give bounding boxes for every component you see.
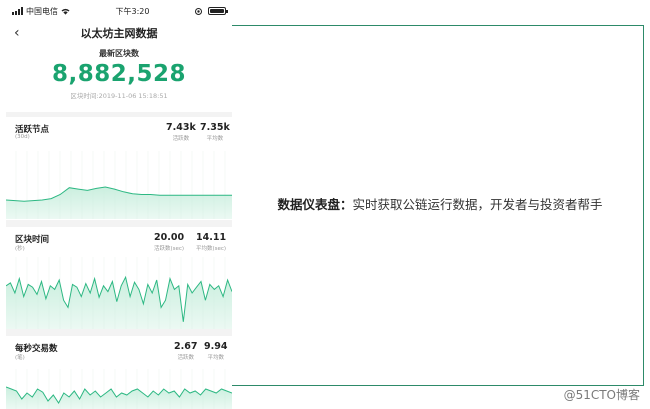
stat-average: 9.94 平均数 <box>204 341 227 361</box>
stat-label: 平均数(sec) <box>196 246 227 252</box>
stat-active: 20.00 活跃数(sec) <box>154 232 184 252</box>
stat-label: 活跃数 <box>172 136 190 142</box>
stat-value: 7.35k <box>200 122 230 133</box>
stat-label: 平均数 <box>206 136 224 142</box>
caption-heading: 数据仪表盘： <box>277 197 353 212</box>
stat-value: 9.94 <box>204 341 228 352</box>
wifi-icon <box>61 8 70 15</box>
chevron-left-icon[interactable]: ‹ <box>14 25 20 41</box>
card-unit: (笔) <box>15 355 25 361</box>
orientation-lock-icon <box>195 7 202 15</box>
stat-active: 2.67 活跃数 <box>174 341 197 361</box>
card-unit: (30d) <box>15 134 30 140</box>
tps-chart <box>6 369 232 409</box>
stat-average: 14.11 平均数(sec) <box>196 232 226 252</box>
stat-value: 14.11 <box>196 232 227 243</box>
page-title: 以太坊主网数据 <box>80 27 158 40</box>
stat-average: 7.35k 平均数 <box>200 122 230 142</box>
status-bar: 中国电信 下午3:20 <box>6 0 232 22</box>
stat-value: 7.43k <box>166 122 196 133</box>
carrier-name: 中国电信 <box>26 6 58 16</box>
stat-label: 平均数 <box>207 355 224 361</box>
stat-value: 20.00 <box>154 232 185 243</box>
card-unit: (秒) <box>15 246 25 252</box>
block-time-card[interactable]: 区块时间 (秒) 20.00 活跃数(sec) 14.11 平均数(sec) <box>6 227 232 329</box>
clock: 下午3:20 <box>115 6 150 16</box>
block-time-chart <box>6 257 232 329</box>
watermark: @51CTO博客 <box>563 388 640 402</box>
caption-text: 实时获取公链运行数据，开发者与投资者帮手 <box>352 197 603 212</box>
feature-caption: 数据仪表盘：实时获取公链运行数据，开发者与投资者帮手 <box>240 194 640 216</box>
latest-block-label: 最新区块数 <box>99 49 139 58</box>
stat-label: 活跃数(sec) <box>154 246 185 252</box>
active-nodes-chart <box>6 151 232 219</box>
phone-screen: 中国电信 下午3:20 ‹ 以太坊主网数据 最新区块数 8,882,528 区块… <box>6 0 232 409</box>
series-area <box>6 187 232 219</box>
stat-active: 7.43k 活跃数 <box>166 122 196 142</box>
block-timestamp: 区块时间:2019-11-06 15:18:51 <box>70 92 168 100</box>
signal-icon <box>12 7 23 15</box>
tps-card[interactable]: 每秒交易数 (笔) 2.67 活跃数 9.94 平均数 <box>6 336 232 409</box>
battery-icon <box>208 7 228 15</box>
latest-block-number: 8,882,528 <box>52 61 186 87</box>
active-nodes-card[interactable]: 活跃节点 (30d) 7.43k 活跃数 7.35k 平均数 <box>6 117 232 220</box>
stat-value: 2.67 <box>174 341 198 352</box>
stat-label: 活跃数 <box>177 355 194 361</box>
latest-block-section: 最新区块数 8,882,528 区块时间:2019-11-06 15:18:51 <box>6 44 232 112</box>
nav-bar: ‹ 以太坊主网数据 <box>6 22 232 44</box>
